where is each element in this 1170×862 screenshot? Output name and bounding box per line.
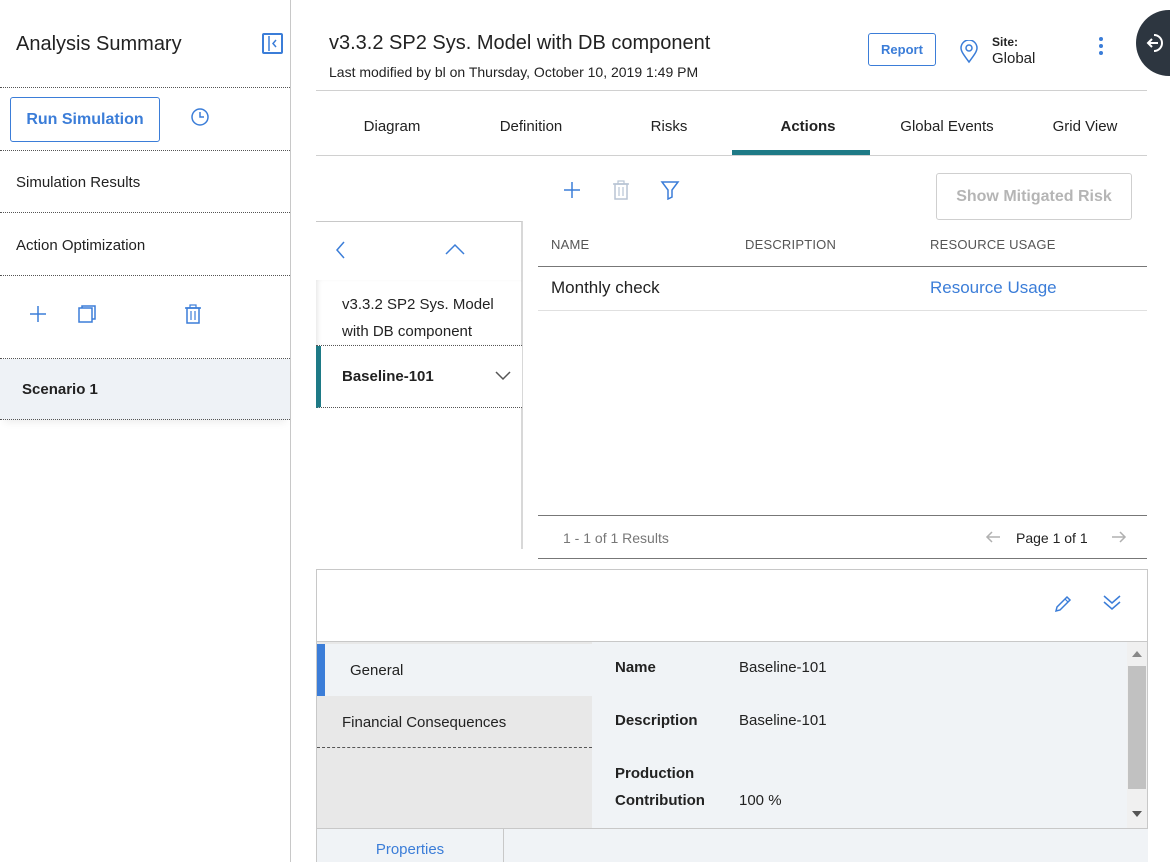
site-label: Site: [992, 35, 1019, 49]
section-label: Financial Consequences [342, 714, 507, 731]
field-label-name: Name [615, 659, 656, 676]
divider [316, 155, 1147, 156]
next-page-arrow-icon[interactable] [1111, 530, 1127, 544]
divider [0, 87, 290, 88]
field-value-name: Baseline-101 [739, 659, 827, 676]
last-modified-text: Last modified by bl on Thursday, October… [329, 64, 699, 80]
scroll-down-arrow-icon[interactable] [1131, 810, 1143, 818]
scrollbar-thumb[interactable] [1128, 666, 1146, 789]
tree-item-label: Baseline-101 [342, 368, 434, 385]
column-header-resource-usage[interactable]: RESOURCE USAGE [930, 237, 1056, 252]
history-clock-icon[interactable] [190, 107, 210, 127]
tab-risks[interactable]: Risks [600, 118, 738, 135]
column-header-description[interactable]: DESCRIPTION [745, 237, 836, 252]
divider [538, 515, 1147, 516]
collapse-panel-button[interactable] [262, 33, 283, 54]
scenario-label: Scenario 1 [22, 381, 98, 398]
edit-pencil-icon[interactable] [1053, 594, 1073, 614]
divider [0, 150, 290, 151]
site-value[interactable]: Global [992, 50, 1035, 67]
more-options-icon[interactable] [1096, 37, 1106, 57]
report-button[interactable]: Report [868, 33, 936, 66]
exit-button[interactable] [1136, 10, 1170, 76]
divider [0, 275, 290, 276]
divider [0, 212, 290, 213]
field-value-production-contribution: 100 % [739, 792, 782, 809]
sign-in-icon [1146, 34, 1163, 52]
bottom-tab-bar [504, 829, 1148, 862]
section-financial-consequences[interactable]: Financial Consequences [317, 696, 592, 748]
tab-grid-view[interactable]: Grid View [1016, 118, 1154, 135]
tab-label: Properties [375, 841, 445, 858]
divider [538, 266, 1147, 267]
analysis-summary-panel: Analysis Summary Run Simulation Simulati… [0, 0, 291, 862]
collapse-up-chevron-icon[interactable] [444, 242, 466, 256]
copy-icon[interactable] [77, 304, 97, 324]
tab-global-events[interactable]: Global Events [878, 118, 1016, 135]
tab-definition[interactable]: Definition [462, 118, 600, 135]
back-chevron-icon[interactable] [333, 240, 349, 260]
divider [538, 558, 1147, 559]
delete-action-icon[interactable] [611, 180, 631, 200]
divider [538, 310, 1147, 311]
tree-item-baseline[interactable]: Baseline-101 [316, 346, 522, 408]
section-general[interactable]: General [317, 644, 592, 696]
tab-properties[interactable]: Properties [316, 829, 504, 862]
run-simulation-button[interactable]: Run Simulation [10, 97, 160, 142]
nav-simulation-results[interactable]: Simulation Results [16, 174, 140, 191]
location-pin-icon [960, 40, 978, 64]
field-label-description: Description [615, 712, 698, 729]
page-title: v3.3.2 SP2 Sys. Model with DB component [329, 32, 711, 54]
previous-page-arrow-icon[interactable] [985, 530, 1001, 544]
action-name-cell[interactable]: Monthly check [551, 278, 660, 298]
collapse-left-icon [268, 36, 277, 51]
nav-action-optimization[interactable]: Action Optimization [16, 237, 145, 254]
resource-usage-link[interactable]: Resource Usage [930, 278, 1057, 298]
tab-actions[interactable]: Actions [739, 118, 877, 135]
delete-icon[interactable] [183, 304, 203, 324]
tab-diagram[interactable]: Diagram [323, 118, 461, 135]
divider [316, 90, 1147, 91]
double-chevron-down-icon[interactable] [1101, 593, 1123, 611]
column-header-name[interactable]: NAME [551, 237, 589, 252]
panel-title: Analysis Summary [16, 33, 182, 55]
scroll-up-arrow-icon[interactable] [1131, 650, 1143, 658]
add-action-icon[interactable] [562, 180, 582, 200]
show-mitigated-risk-button[interactable]: Show Mitigated Risk [936, 173, 1132, 220]
chevron-down-icon[interactable] [494, 370, 512, 382]
field-value-description: Baseline-101 [739, 712, 827, 729]
field-label-production: Production [615, 765, 695, 782]
page-indicator: Page 1 of 1 [1016, 530, 1088, 546]
add-icon[interactable] [28, 304, 48, 324]
tree-item-label: v3.3.2 SP2 Sys. Model with DB component [342, 296, 494, 340]
field-label-contribution: Contribution [615, 792, 705, 809]
section-label: General [350, 662, 404, 679]
filter-icon[interactable] [660, 180, 680, 200]
results-count: 1 - 1 of 1 Results [563, 530, 669, 546]
scenario-item[interactable]: Scenario 1 [0, 359, 290, 420]
